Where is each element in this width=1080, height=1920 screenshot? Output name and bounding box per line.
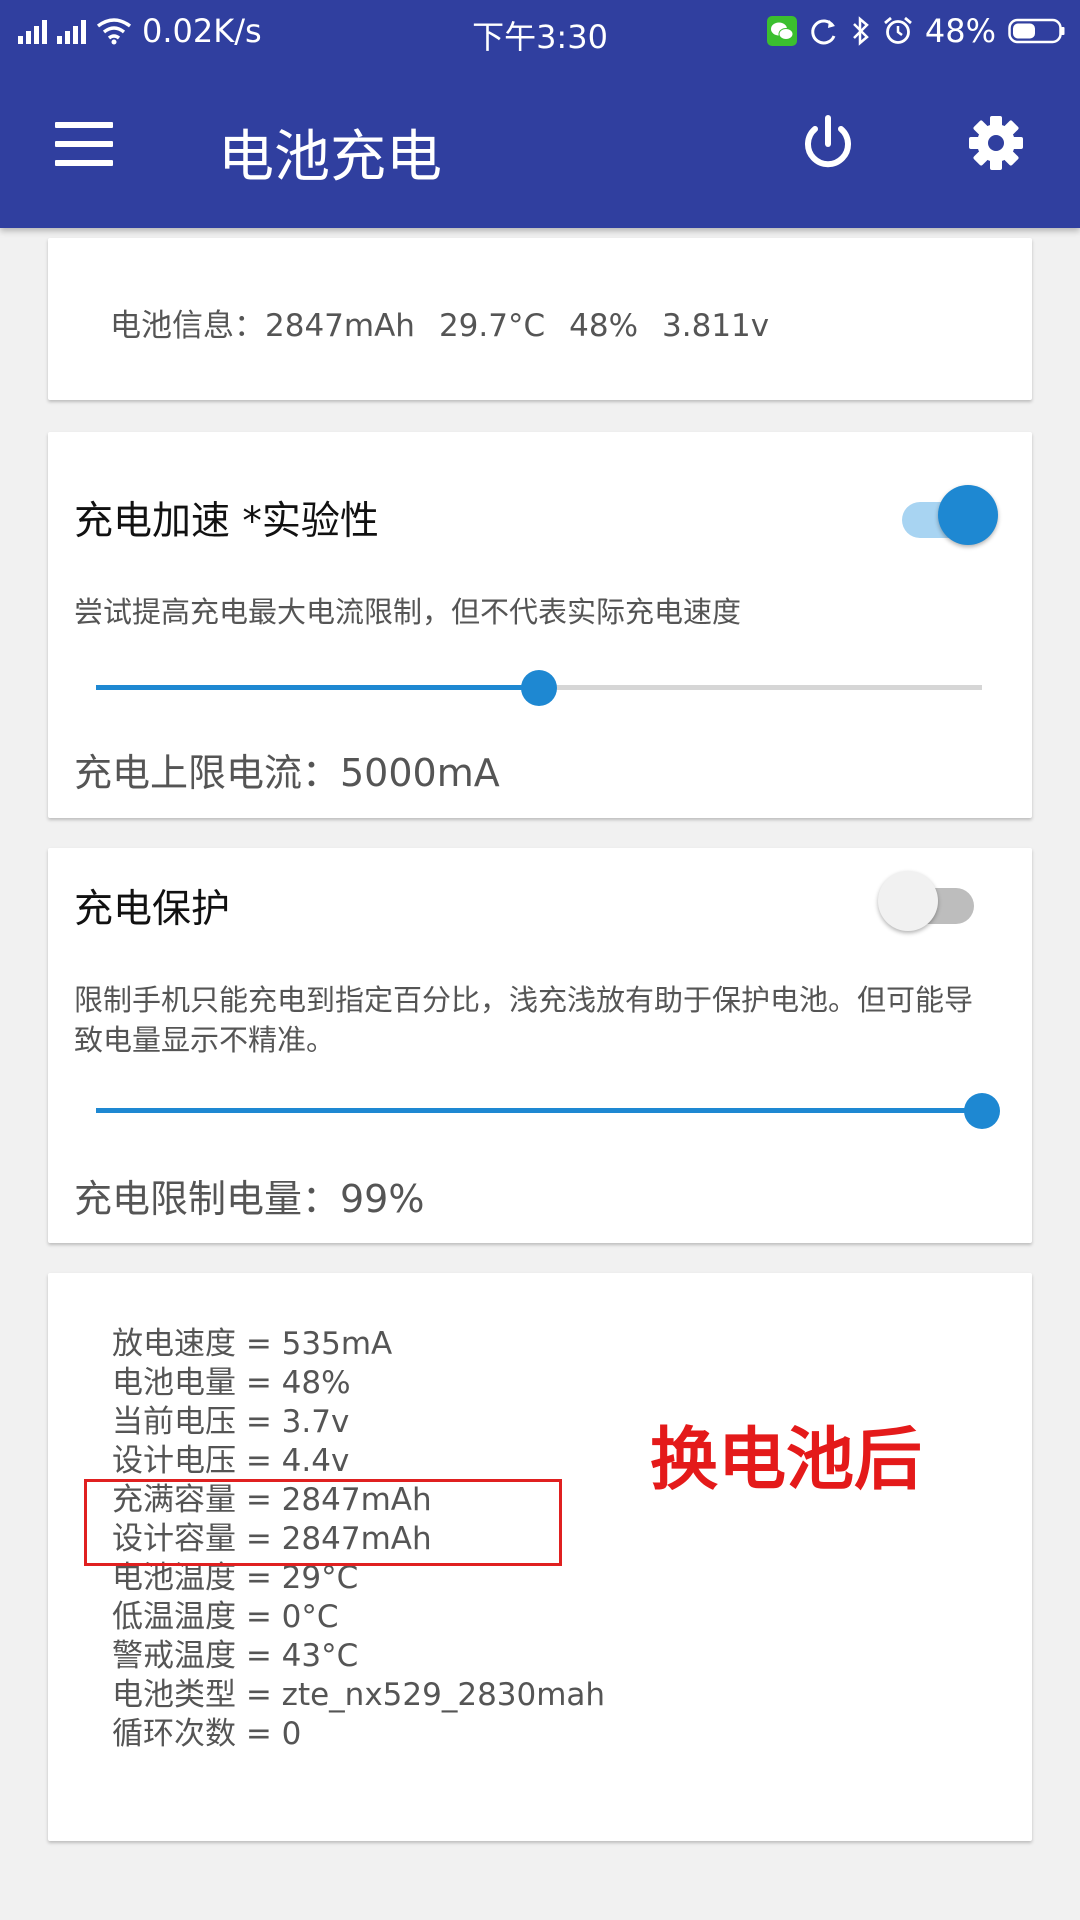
battery-info-line: 电池信息：2847mAh 29.7°C 48% 3.811v <box>110 300 793 345</box>
battery-info-card: 电池信息：2847mAh 29.7°C 48% 3.811v <box>48 238 1032 400</box>
stat-current-voltage: 当前电压 = 3.7v <box>112 1404 350 1440</box>
stat-discharge-rate: 放电速度 = 535mA <box>112 1326 393 1362</box>
battery-info-label: 电池信息： <box>110 308 265 344</box>
charge-current-limit: 充电上限电流：5000mA <box>74 751 500 795</box>
charge-boost-switch[interactable] <box>900 485 1000 547</box>
slider-fill <box>96 685 539 690</box>
battery-icon <box>1008 18 1065 44</box>
annotation-text: 换电池后 <box>650 1421 923 1500</box>
menu-icon[interactable] <box>55 122 113 166</box>
slider-fill <box>96 1108 982 1113</box>
charge-boost-description: 尝试提高充电最大电流限制，但不代表实际充电速度 <box>74 595 742 629</box>
charge-limit-level: 充电限制电量：99% <box>74 1177 425 1221</box>
wechat-icon <box>766 16 797 46</box>
charge-protect-title: 充电保护 <box>74 887 231 932</box>
stat-low-temp: 低温温度 = 0°C <box>112 1599 339 1635</box>
switch-knob <box>938 485 998 545</box>
battery-percent: 48% <box>924 12 996 50</box>
charge-protect-card: 充电保护 限制手机只能充电到指定百分比，浅充浅放有助于保护电池。但可能导致电量显… <box>48 848 1032 1243</box>
stat-design-voltage: 设计电压 = 4.4v <box>112 1443 350 1479</box>
status-time: 下午3:30 <box>472 18 608 56</box>
stat-cycle-count: 循环次数 = 0 <box>112 1716 302 1752</box>
status-bar: 0.02K/s 下午3:30 48% <box>0 0 1080 62</box>
page-title: 电池充电 <box>218 125 442 190</box>
battery-info-temp: 29.7°C <box>438 308 546 344</box>
charge-boost-title: 充电加速 *实验性 <box>74 499 379 544</box>
charge-limit-slider[interactable] <box>96 1090 1000 1130</box>
stat-battery-type: 电池类型 = zte_nx529_2830mah <box>112 1677 606 1713</box>
battery-info-level: 48% <box>569 308 639 344</box>
charge-current-slider[interactable] <box>96 667 982 707</box>
slider-thumb[interactable] <box>521 670 557 706</box>
toolbar: 电池充电 <box>0 62 1080 228</box>
slider-thumb[interactable] <box>964 1093 1000 1129</box>
power-icon[interactable] <box>800 114 856 172</box>
stat-battery-level: 电池电量 = 48% <box>112 1365 351 1401</box>
charge-protect-switch[interactable] <box>878 871 978 933</box>
alarm-icon <box>883 16 912 44</box>
annotation-highlight-box <box>84 1479 562 1566</box>
charge-boost-card: 充电加速 *实验性 尝试提高充电最大电流限制，但不代表实际充电速度 充电上限电流… <box>48 432 1032 818</box>
bluetooth-icon <box>852 16 869 46</box>
switch-knob <box>878 871 938 931</box>
battery-info-voltage: 3.811v <box>662 308 770 344</box>
charge-protect-description: 限制手机只能充电到指定百分比，浅充浅放有助于保护电池。但可能导致电量显示不精准。 <box>74 983 974 1057</box>
app-bar: 0.02K/s 下午3:30 48% 电池充电 <box>0 0 1080 228</box>
stat-warning-temp: 警戒温度 = 43°C <box>112 1638 359 1674</box>
gear-icon[interactable] <box>967 114 1025 172</box>
sync-icon <box>811 19 836 45</box>
battery-info-capacity: 2847mAh <box>265 308 415 344</box>
